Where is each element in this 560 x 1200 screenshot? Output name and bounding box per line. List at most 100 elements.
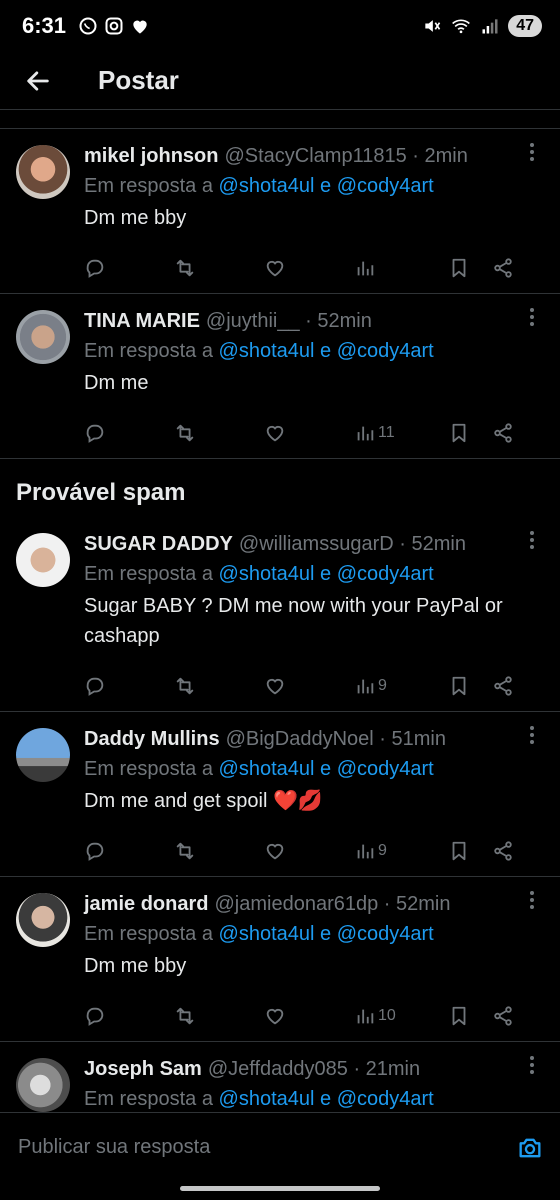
more-options-icon[interactable] — [520, 306, 544, 336]
view-count: 11 — [378, 424, 395, 441]
mute-icon — [425, 20, 441, 32]
repost-icon[interactable] — [174, 422, 196, 444]
top-bar: Postar — [0, 52, 560, 110]
reply-icon[interactable] — [84, 422, 106, 444]
mention-link[interactable]: @cody4art — [337, 758, 434, 780]
like-icon[interactable] — [264, 840, 286, 862]
share-icon[interactable] — [492, 675, 514, 697]
author-handle[interactable]: @BigDaddyNoel · 51min — [226, 724, 446, 754]
author-name[interactable]: jamie donard — [84, 889, 208, 919]
tweet-text: Dm me and get spoil ❤️💋 — [84, 790, 323, 812]
repost-icon[interactable] — [174, 1005, 196, 1027]
like-icon[interactable] — [264, 675, 286, 697]
action-bar: 9 — [84, 826, 544, 876]
author-handle[interactable]: @jamiedonar61dp · 52min — [214, 889, 450, 919]
mention-link[interactable]: @shota4ul — [219, 1088, 315, 1110]
mention-link[interactable]: @shota4ul — [219, 175, 315, 197]
mention-link[interactable]: @cody4art — [337, 1088, 434, 1110]
reply-tweet-2[interactable]: TINA MARIE @juythii__ · 52min Em respost… — [0, 294, 560, 459]
repost-icon[interactable] — [174, 257, 196, 279]
reply-icon[interactable] — [84, 840, 106, 862]
author-handle[interactable]: @StacyClamp11815 · 2min — [224, 141, 467, 171]
avatar[interactable] — [16, 533, 70, 587]
reply-icon[interactable] — [84, 1005, 106, 1027]
camera-icon[interactable] — [516, 1134, 544, 1162]
like-icon[interactable] — [264, 257, 286, 279]
bookmark-icon[interactable] — [448, 422, 470, 444]
spam-tweet-3[interactable]: jamie donard @jamiedonar61dp · 52min Em … — [0, 877, 560, 1042]
replies-feed[interactable]: mikel johnson @StacyClamp11815 · 2min Em… — [0, 110, 560, 1112]
avatar[interactable] — [16, 893, 70, 947]
spam-section-heading: Provável spam — [16, 479, 186, 506]
tweet-text: Dm me bby — [84, 207, 187, 229]
arrow-left-icon — [27, 70, 49, 91]
tweet-text: Dm me — [84, 372, 149, 394]
replying-to: Em resposta a @shota4ul e @cody4art — [84, 1088, 434, 1110]
more-options-icon[interactable] — [520, 141, 544, 171]
bookmark-icon[interactable] — [448, 840, 470, 862]
more-options-icon[interactable] — [520, 889, 544, 919]
like-icon[interactable] — [264, 422, 286, 444]
author-name[interactable]: TINA MARIE — [84, 306, 200, 336]
instagram-icon — [105, 17, 123, 35]
spam-tweet-1[interactable]: SUGAR DADDY @williamssugarD · 52min Em r… — [0, 517, 560, 712]
author-name[interactable]: SUGAR DADDY — [84, 529, 233, 559]
author-name[interactable]: mikel johnson — [84, 141, 218, 171]
bookmark-icon[interactable] — [448, 257, 470, 279]
whatsapp-icon — [79, 17, 97, 35]
reply-icon[interactable] — [84, 675, 106, 697]
more-options-icon[interactable] — [520, 529, 544, 559]
mention-link[interactable]: @shota4ul — [219, 923, 315, 945]
mention-link[interactable]: @cody4art — [337, 175, 434, 197]
replying-to: Em resposta a @shota4ul e @cody4art — [84, 758, 434, 780]
repost-icon[interactable] — [174, 675, 196, 697]
home-indicator — [180, 1186, 380, 1191]
avatar[interactable] — [16, 145, 70, 199]
bookmark-icon[interactable] — [448, 675, 470, 697]
share-icon[interactable] — [492, 257, 514, 279]
views-icon[interactable]: 9 — [354, 840, 387, 862]
more-options-icon[interactable] — [520, 1054, 544, 1084]
status-bar: 6:31 47 — [0, 0, 560, 52]
mention-link[interactable]: @shota4ul — [219, 563, 315, 585]
mention-link[interactable]: @cody4art — [337, 563, 434, 585]
repost-icon[interactable] — [174, 840, 196, 862]
avatar[interactable] — [16, 1058, 70, 1112]
share-icon[interactable] — [492, 1005, 514, 1027]
mention-link[interactable]: @shota4ul — [219, 758, 315, 780]
author-name[interactable]: Joseph Sam — [84, 1054, 202, 1084]
spam-tweet-2[interactable]: Daddy Mullins @BigDaddyNoel · 51min Em r… — [0, 712, 560, 877]
back-button[interactable] — [16, 59, 60, 103]
mention-link[interactable]: @shota4ul — [219, 340, 315, 362]
reply-icon[interactable] — [84, 257, 106, 279]
spam-tweet-4[interactable]: Joseph Sam @Jeffdaddy085 · 21min Em resp… — [0, 1042, 560, 1112]
replying-to: Em resposta a @shota4ul e @cody4art — [84, 563, 434, 585]
more-options-icon[interactable] — [520, 724, 544, 754]
views-icon[interactable]: 11 — [354, 422, 395, 444]
reply-composer — [0, 1112, 560, 1182]
status-time: 6:31 — [22, 13, 67, 38]
author-handle[interactable]: @juythii__ · 52min — [206, 306, 372, 336]
action-bar: 11 — [84, 408, 544, 458]
spam-list: SUGAR DADDY @williamssugarD · 52min Em r… — [0, 517, 560, 1112]
mention-link[interactable]: @cody4art — [337, 340, 434, 362]
view-count: 10 — [378, 1007, 396, 1024]
bookmark-icon[interactable] — [448, 1005, 470, 1027]
mention-link[interactable]: @cody4art — [337, 923, 434, 945]
views-icon[interactable]: 9 — [354, 675, 387, 697]
share-icon[interactable] — [492, 840, 514, 862]
view-count: 9 — [378, 842, 387, 859]
views-icon[interactable] — [354, 257, 378, 279]
avatar[interactable] — [16, 310, 70, 364]
author-name[interactable]: Daddy Mullins — [84, 724, 220, 754]
like-icon[interactable] — [264, 1005, 286, 1027]
reply-tweet-1[interactable]: mikel johnson @StacyClamp11815 · 2min Em… — [0, 129, 560, 294]
author-handle[interactable]: @Jeffdaddy085 · 21min — [208, 1054, 420, 1084]
author-handle[interactable]: @williamssugarD · 52min — [239, 529, 466, 559]
share-icon[interactable] — [492, 422, 514, 444]
views-icon[interactable]: 10 — [354, 1005, 396, 1027]
page-title: Postar — [98, 65, 179, 95]
reply-input[interactable] — [16, 1135, 516, 1160]
avatar[interactable] — [16, 728, 70, 782]
action-bar — [84, 243, 544, 293]
